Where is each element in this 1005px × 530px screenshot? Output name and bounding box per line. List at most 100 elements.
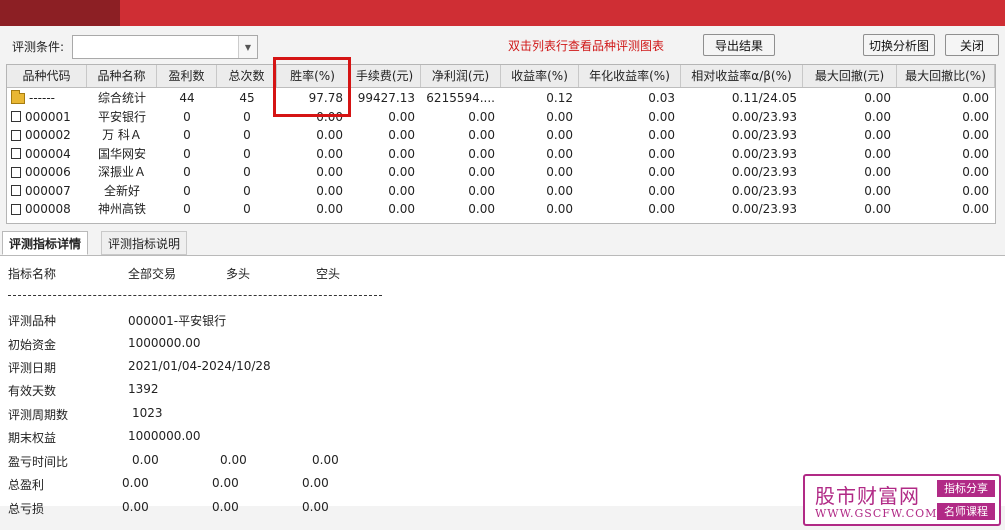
- detail-row-label: 盈亏时间比: [8, 455, 69, 469]
- cell-annual: 0.03: [648, 91, 675, 105]
- file-icon: [11, 166, 21, 178]
- cell-rel: 0.00/23.93: [731, 183, 797, 198]
- cell-fee: 0.00: [388, 109, 415, 124]
- column-header-total[interactable]: 总次数: [217, 65, 277, 87]
- code-text: 000001: [25, 109, 71, 124]
- cell-rel: 0.00/23.93: [731, 165, 797, 179]
- cell-ddr: 0.00: [962, 202, 989, 216]
- cell-fee: 0.00: [388, 183, 415, 198]
- file-icon: [11, 148, 21, 159]
- detail-value-all: 1000000.00: [128, 429, 201, 443]
- detail-value-long: 0.00: [212, 500, 239, 514]
- column-header-name[interactable]: 品种名称: [87, 65, 157, 87]
- column-header-ddr[interactable]: 最大回撤比(%): [897, 65, 995, 87]
- cell-ret: 0.00: [546, 128, 573, 142]
- cell-ret: 0.00: [546, 109, 573, 124]
- switch-chart-button[interactable]: 切换分析图: [863, 34, 935, 56]
- watermark-title: 股市财富网: [815, 484, 920, 508]
- cell-dd: 0.00: [864, 183, 891, 198]
- tab-indicator-details[interactable]: 评测指标详情: [2, 231, 89, 255]
- cell-annual: 0.00: [648, 146, 675, 161]
- cell-total: 0: [243, 202, 251, 216]
- title-bar-left: [0, 0, 120, 26]
- export-button[interactable]: 导出结果: [703, 34, 775, 56]
- detail-value-all: 1392: [128, 382, 159, 396]
- cell-total: 0: [243, 183, 251, 198]
- column-header-annual[interactable]: 年化收益率(%): [579, 65, 681, 87]
- cell-rate: 0.00: [316, 202, 343, 216]
- code-text: ------: [29, 91, 55, 105]
- detail-tabs: 评测指标详情 评测指标说明: [0, 231, 1005, 256]
- cell-fee: 0.00: [388, 128, 415, 142]
- cell-win: 0: [183, 202, 191, 216]
- file-icon: [11, 129, 21, 141]
- detail-value-long: 0.00: [220, 453, 247, 467]
- cell-rate: 0.00: [316, 128, 343, 142]
- cell-total: 0: [243, 165, 251, 179]
- cell-profit: 0.00: [468, 202, 495, 216]
- table-row[interactable]: 000008 神州高铁 0 0 0.00 0.00 0.00 0.00 0.00 0.00/23.…: [7, 200, 995, 218]
- hint-text: 双击列表行查看品种评测图表: [508, 39, 665, 53]
- column-header-code[interactable]: 品种代码: [7, 65, 87, 87]
- cell-rate: 0.00: [316, 183, 343, 198]
- detail-value-all: 0.00: [132, 453, 159, 467]
- detail-row-label: 评测品种: [8, 314, 57, 328]
- cell-dd: 0.00: [864, 146, 891, 161]
- cell-dd: 0.00: [864, 109, 891, 124]
- cell-code: 000007: [7, 182, 87, 200]
- column-header-win[interactable]: 盈利数: [157, 65, 217, 87]
- cell-dd: 0.00: [864, 165, 891, 179]
- cell-win: 0: [183, 146, 191, 161]
- cell-code: 000008: [7, 200, 87, 218]
- detail-header-long: 多头: [226, 267, 251, 281]
- cell-ddr: 0.00: [962, 109, 989, 124]
- table-row[interactable]: 000007 全新好 0 0 0.00 0.00 0.00 0.00 0.00 0.00/23.9…: [7, 182, 995, 200]
- table-row[interactable]: 000002 万 科Ａ 0 0 0.00 0.00 0.00 0.00 0.00 0.00/23.…: [7, 126, 995, 144]
- condition-combobox[interactable]: ▼: [72, 35, 258, 59]
- cell-profit: 0.00: [468, 128, 495, 142]
- file-icon: [11, 185, 21, 196]
- cell-win: 0: [183, 183, 191, 198]
- folder-icon: [11, 89, 25, 104]
- cell-fee: 0.00: [388, 202, 415, 216]
- code-text: 000006: [25, 165, 71, 179]
- detail-row-label: 有效天数: [8, 384, 57, 398]
- detail-row-label: 评测日期: [8, 361, 57, 375]
- detail-separator: [8, 295, 382, 296]
- chevron-down-icon[interactable]: ▼: [238, 36, 257, 58]
- cell-code: 000002: [7, 126, 87, 144]
- results-table[interactable]: 品种代码 品种名称 盈利数 总次数 胜率(%) 手续费(元) 净利润(元) 收益率(%) 年化收…: [6, 64, 996, 224]
- cell-profit: 0.00: [468, 146, 495, 161]
- tab-indicator-explanation[interactable]: 评测指标说明: [101, 231, 188, 255]
- column-header-profit[interactable]: 净利润(元): [421, 65, 501, 87]
- cell-ddr: 0.00: [962, 165, 989, 179]
- detail-row-label: 总亏损: [8, 502, 45, 516]
- table-row[interactable]: 000006 深振业Ａ 0 0 0.00 0.00 0.00 0.00 0.00 0.00/23.…: [7, 163, 995, 181]
- detail-header-name: 指标名称: [8, 267, 57, 281]
- cell-ret: 0.00: [546, 183, 573, 198]
- cell-code: 000006: [7, 163, 87, 181]
- cell-win: 0: [183, 128, 191, 142]
- column-header-ret[interactable]: 收益率(%): [501, 65, 579, 87]
- detail-value-long: 0.00: [212, 476, 239, 490]
- detail-row-label: 初始资金: [8, 338, 57, 352]
- column-header-fee[interactable]: 手续费(元): [349, 65, 421, 87]
- table-row[interactable]: 000004 国华网安 0 0 0.00 0.00 0.00 0.00 0.00 0.00/23.…: [7, 145, 995, 163]
- cell-ret: 0.12: [546, 91, 573, 105]
- table-row[interactable]: ------ 综合统计 44 45 97.78 99427.13 6215594.... 0.…: [7, 89, 995, 107]
- table-row[interactable]: 000001 平安银行 0 0 0.00 0.00 0.00 0.00 0.00 0.00/23.…: [7, 108, 995, 126]
- cell-rel: 0.00/23.93: [731, 109, 797, 124]
- cell-annual: 0.00: [648, 109, 675, 124]
- column-header-dd[interactable]: 最大回撤(元): [803, 65, 897, 87]
- column-header-rel[interactable]: 相对收益率α/β(%): [681, 65, 803, 87]
- cell-rate: 0.00: [316, 146, 343, 161]
- cell-ret: 0.00: [546, 165, 573, 179]
- detail-value-short: 0.00: [312, 453, 339, 467]
- cell-rate: 0.00: [316, 165, 343, 179]
- cell-ddr: 0.00: [962, 183, 989, 198]
- cell-win: 0: [183, 109, 191, 124]
- code-text: 000004: [25, 146, 71, 161]
- cell-win: 44: [179, 91, 195, 105]
- close-button[interactable]: 关闭: [945, 34, 999, 56]
- cell-ddr: 0.00: [962, 146, 989, 161]
